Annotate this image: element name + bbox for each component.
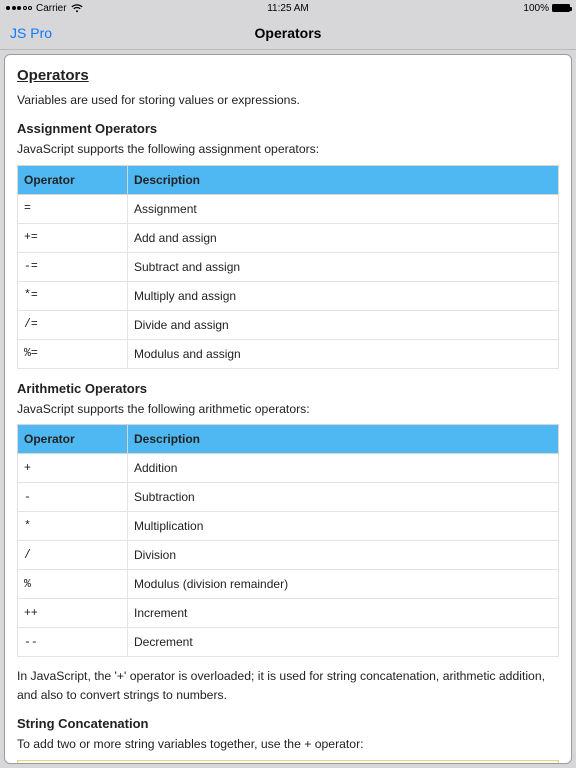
table-row: -=Subtract and assign bbox=[18, 252, 559, 281]
table-header: Operator bbox=[18, 425, 128, 454]
op-cell: -= bbox=[18, 252, 128, 281]
signal-dots-icon bbox=[6, 6, 32, 10]
table-row: *Multiplication bbox=[18, 512, 559, 541]
arithmetic-lead: JavaScript supports the following arithm… bbox=[17, 400, 559, 418]
page-intro: Variables are used for storing values or… bbox=[17, 91, 559, 109]
table-header: Description bbox=[128, 165, 559, 194]
concat-heading: String Concatenation bbox=[17, 714, 559, 734]
arithmetic-note: In JavaScript, the '+' operator is overl… bbox=[17, 667, 559, 704]
desc-cell: Division bbox=[128, 541, 559, 570]
assignment-table: Operator Description =Assignment +=Add a… bbox=[17, 165, 559, 369]
document-body[interactable]: Operators Variables are used for storing… bbox=[5, 55, 571, 764]
battery-icon bbox=[552, 4, 570, 12]
arithmetic-table: Operator Description +Addition -Subtract… bbox=[17, 424, 559, 657]
op-cell: /= bbox=[18, 310, 128, 339]
op-cell: = bbox=[18, 194, 128, 223]
table-row: +Addition bbox=[18, 454, 559, 483]
desc-cell: Divide and assign bbox=[128, 310, 559, 339]
desc-cell: Multiplication bbox=[128, 512, 559, 541]
op-cell: + bbox=[18, 454, 128, 483]
op-cell: - bbox=[18, 483, 128, 512]
desc-cell: Increment bbox=[128, 599, 559, 628]
desc-cell: Modulus and assign bbox=[128, 339, 559, 368]
desc-cell: Subtract and assign bbox=[128, 252, 559, 281]
op-cell: *= bbox=[18, 281, 128, 310]
table-row: %Modulus (division remainder) bbox=[18, 570, 559, 599]
table-header: Operator bbox=[18, 165, 128, 194]
status-time: 11:25 AM bbox=[194, 3, 382, 14]
wifi-icon bbox=[71, 4, 83, 13]
nav-bar: JS Pro Operators bbox=[0, 16, 576, 50]
op-cell: % bbox=[18, 570, 128, 599]
table-row: /=Divide and assign bbox=[18, 310, 559, 339]
table-row: %=Modulus and assign bbox=[18, 339, 559, 368]
nav-title: Operators bbox=[0, 25, 576, 41]
desc-cell: Assignment bbox=[128, 194, 559, 223]
table-row: =Assignment bbox=[18, 194, 559, 223]
concat-lead: To add two or more string variables toge… bbox=[17, 735, 559, 753]
assignment-heading: Assignment Operators bbox=[17, 119, 559, 139]
content-card: Operators Variables are used for storing… bbox=[4, 54, 572, 764]
desc-cell: Decrement bbox=[128, 628, 559, 657]
op-cell: %= bbox=[18, 339, 128, 368]
status-bar: Carrier 11:25 AM 100% bbox=[0, 0, 576, 16]
table-row: /Division bbox=[18, 541, 559, 570]
code-block: msg1 = "First Message."; msg2 = "Second … bbox=[17, 760, 559, 764]
desc-cell: Multiply and assign bbox=[128, 281, 559, 310]
op-cell: += bbox=[18, 223, 128, 252]
desc-cell: Subtraction bbox=[128, 483, 559, 512]
page-title: Operators bbox=[17, 65, 559, 88]
table-row: ++Increment bbox=[18, 599, 559, 628]
assignment-lead: JavaScript supports the following assign… bbox=[17, 140, 559, 158]
op-cell: -- bbox=[18, 628, 128, 657]
back-button[interactable]: JS Pro bbox=[10, 25, 52, 41]
table-header: Description bbox=[128, 425, 559, 454]
table-row: *=Multiply and assign bbox=[18, 281, 559, 310]
table-row: --Decrement bbox=[18, 628, 559, 657]
arithmetic-heading: Arithmetic Operators bbox=[17, 379, 559, 399]
battery-percentage: 100% bbox=[523, 3, 549, 14]
table-row: +=Add and assign bbox=[18, 223, 559, 252]
op-cell: ++ bbox=[18, 599, 128, 628]
desc-cell: Add and assign bbox=[128, 223, 559, 252]
op-cell: * bbox=[18, 512, 128, 541]
table-row: -Subtraction bbox=[18, 483, 559, 512]
desc-cell: Addition bbox=[128, 454, 559, 483]
carrier-label: Carrier bbox=[36, 3, 67, 14]
desc-cell: Modulus (division remainder) bbox=[128, 570, 559, 599]
op-cell: / bbox=[18, 541, 128, 570]
